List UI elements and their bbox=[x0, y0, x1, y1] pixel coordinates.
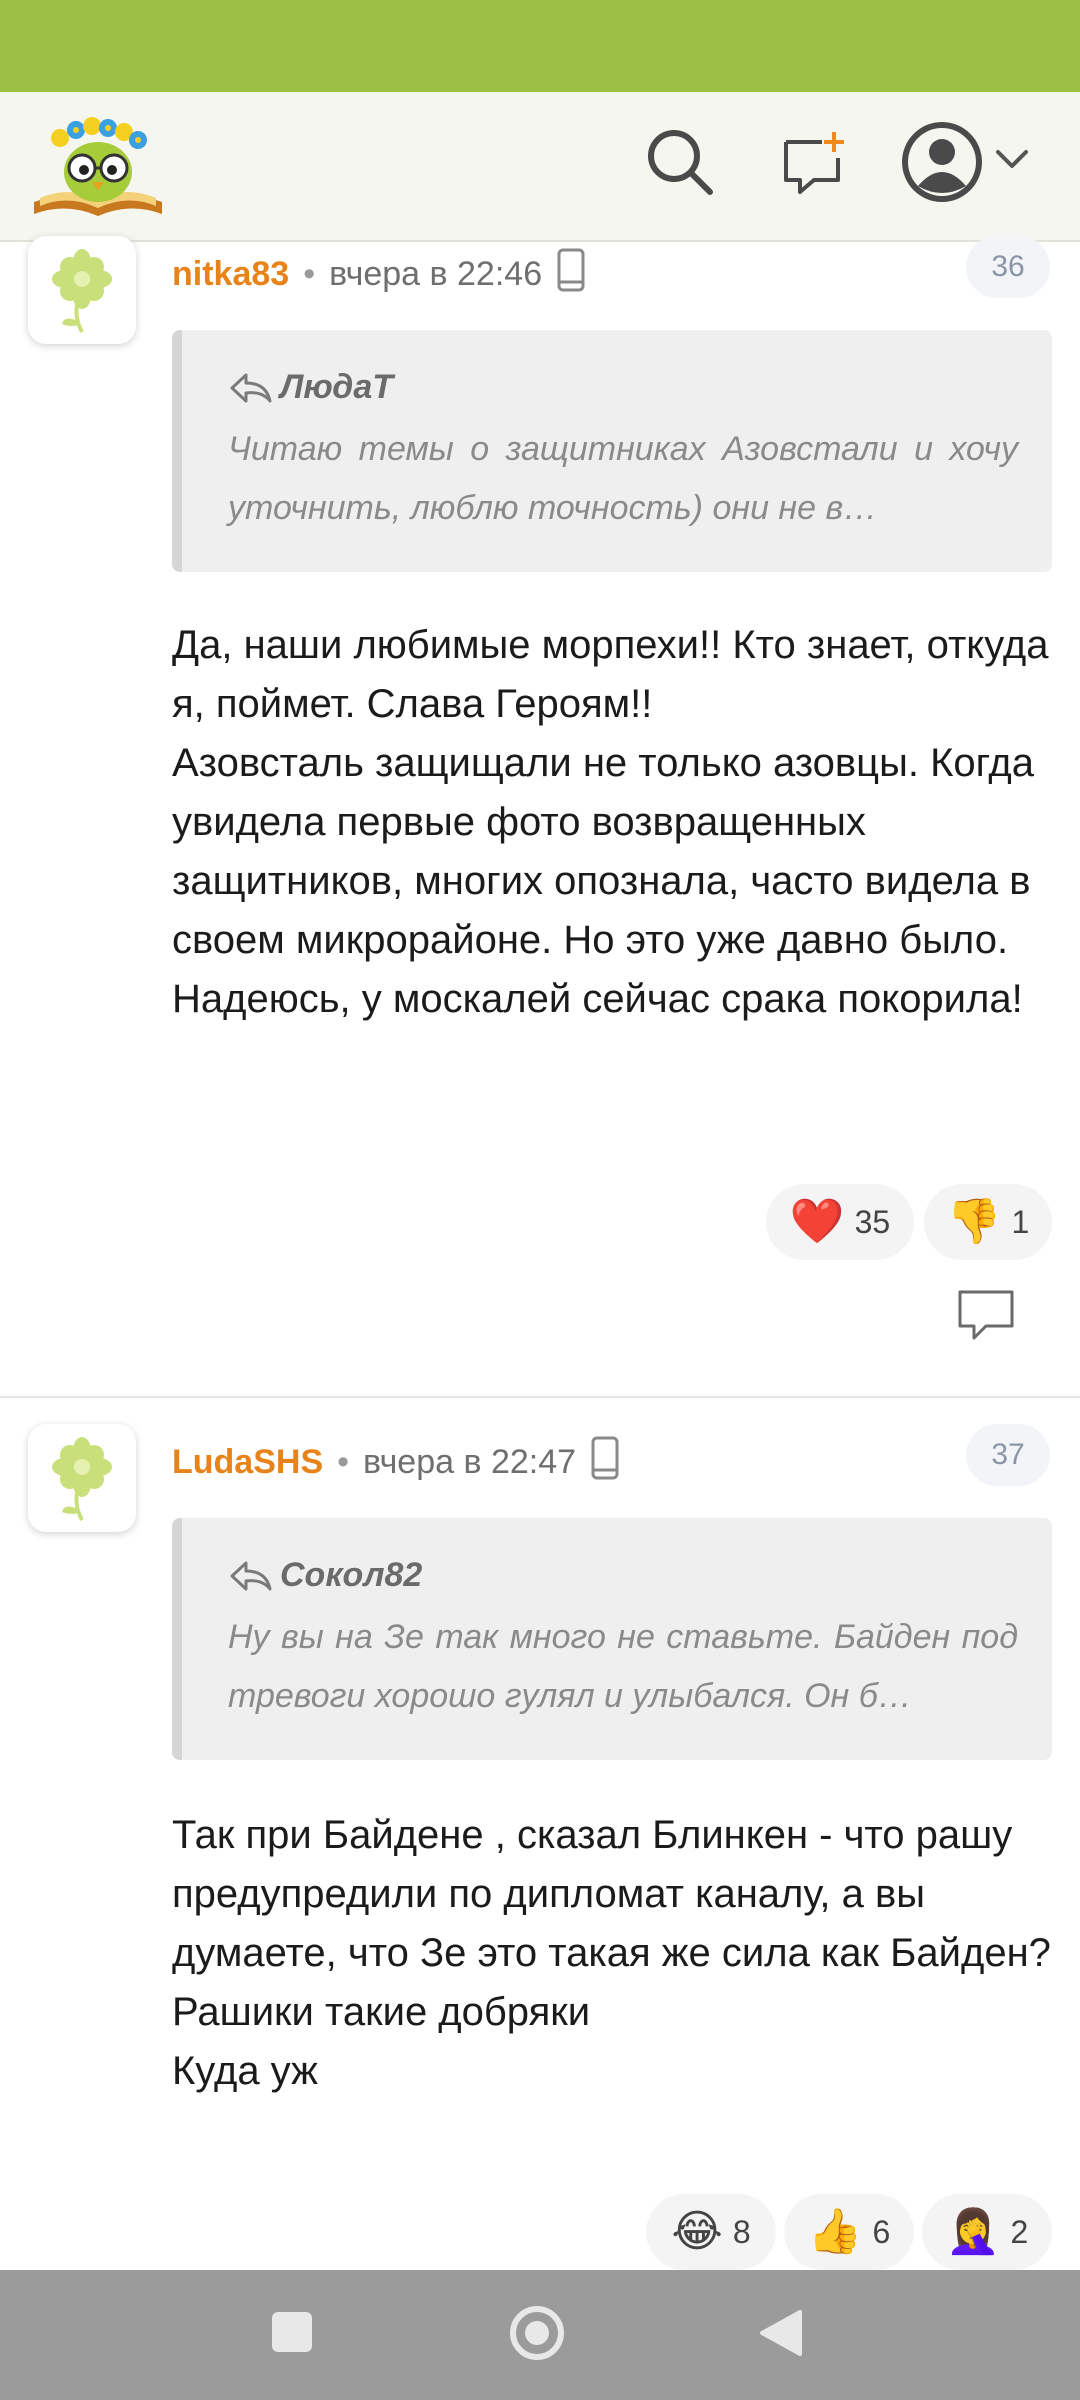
avatar[interactable] bbox=[28, 1424, 136, 1532]
author-name[interactable]: LudaSHS bbox=[172, 1443, 323, 1482]
reaction-facepalm[interactable]: 🤦‍♀️ 2 bbox=[922, 2194, 1052, 2270]
comment-meta: nitka83 • вчера в 22:46 bbox=[172, 248, 586, 301]
comment-number[interactable]: 36 bbox=[966, 236, 1050, 298]
quote-text: Ну вы на Зе так много не ставьте. Байден… bbox=[228, 1618, 1018, 1715]
quote-text: Читаю темы о защитниках Азовстали и хочу… bbox=[228, 430, 1018, 527]
thumbs-down-icon: 👎 bbox=[946, 1197, 1002, 1246]
reaction-thumbs-down[interactable]: 👎 1 bbox=[924, 1184, 1052, 1260]
comment-number[interactable]: 37 bbox=[966, 1424, 1050, 1486]
reaction-count: 6 bbox=[872, 2213, 891, 2250]
comment-time: вчера в 22:47 bbox=[363, 1443, 577, 1481]
quote-block[interactable]: ЛюдаТ Читаю темы о защитниках Азовстали … bbox=[172, 330, 1052, 572]
author-name[interactable]: nitka83 bbox=[172, 255, 289, 294]
laughing-face-icon: 😂 bbox=[671, 2207, 723, 2256]
separator-dot: • bbox=[303, 255, 316, 293]
home-button[interactable] bbox=[508, 2304, 566, 2367]
comment-time: вчера в 22:46 bbox=[329, 255, 543, 293]
search-icon[interactable] bbox=[644, 126, 716, 203]
thumbs-up-icon: 👍 bbox=[807, 2207, 863, 2256]
comment-text: Да, наши любимые морпехи!! Кто знает, от… bbox=[172, 623, 1049, 1021]
reaction-count: 1 bbox=[1011, 1203, 1030, 1240]
quote-author: Сокол82 bbox=[228, 1556, 422, 1595]
back-button[interactable] bbox=[758, 2308, 804, 2363]
heart-icon: ❤️ bbox=[789, 1197, 845, 1246]
reaction-heart[interactable]: ❤️ 35 bbox=[766, 1184, 914, 1260]
circle-icon bbox=[510, 2306, 564, 2360]
user-avatar-icon[interactable] bbox=[900, 120, 984, 209]
reply-arrow-icon bbox=[230, 373, 272, 402]
comment-bubble-icon bbox=[958, 1290, 1014, 1340]
mobile-phone-icon bbox=[590, 1436, 620, 1489]
reaction-thumbs-up[interactable]: 👍 6 bbox=[784, 2194, 914, 2270]
triangle-back-icon bbox=[760, 2310, 802, 2356]
comment-meta: LudaSHS • вчера в 22:47 bbox=[172, 1436, 620, 1489]
square-icon bbox=[272, 2312, 312, 2352]
reaction-count: 8 bbox=[732, 2213, 751, 2250]
quote-block[interactable]: Сокол82 Ну вы на Зе так много не ставьте… bbox=[172, 1518, 1052, 1760]
status-bar bbox=[0, 0, 1080, 92]
comment-divider bbox=[0, 1396, 1080, 1398]
separator-dot: • bbox=[337, 1443, 350, 1481]
reaction-count: 35 bbox=[854, 1203, 891, 1240]
comment-text: Так при Байдене , сказал Блинкен - что р… bbox=[172, 1813, 1051, 2093]
chevron-down-icon[interactable] bbox=[994, 148, 1030, 177]
reaction-laugh[interactable]: 😂 8 bbox=[646, 2194, 776, 2270]
mobile-phone-icon bbox=[556, 248, 586, 301]
owl-on-book-logo[interactable] bbox=[30, 110, 166, 222]
quote-author: ЛюдаТ bbox=[228, 368, 393, 407]
reply-arrow-icon bbox=[230, 1561, 272, 1590]
avatar[interactable] bbox=[28, 236, 136, 344]
reply-button[interactable] bbox=[956, 1288, 1016, 1349]
recent-apps-button[interactable] bbox=[270, 2310, 314, 2359]
add-comment-icon[interactable] bbox=[778, 128, 850, 205]
reaction-count: 2 bbox=[1010, 2213, 1029, 2250]
facepalm-icon: 🤦‍♀️ bbox=[945, 2207, 1001, 2256]
